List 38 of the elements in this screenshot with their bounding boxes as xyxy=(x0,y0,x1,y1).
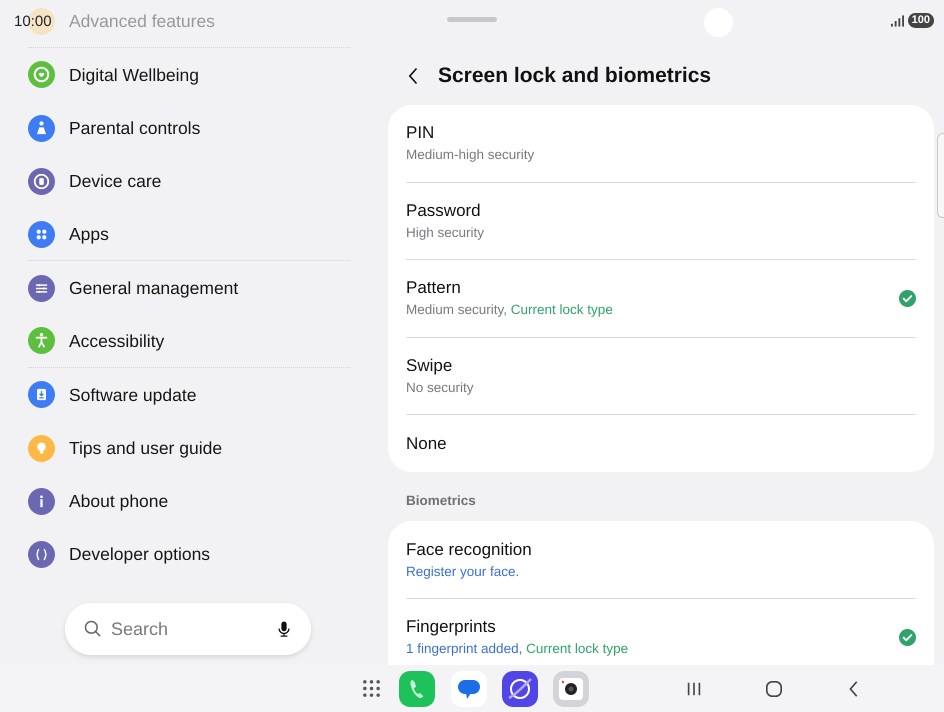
search-icon xyxy=(83,619,103,640)
sidebar-item[interactable]: Software update xyxy=(69,382,196,408)
sidebar-item[interactable]: Apps xyxy=(69,221,109,248)
sidebar-item[interactable]: Accessibility xyxy=(69,328,164,354)
status-time: 10:00 xyxy=(14,12,52,32)
drag-handle xyxy=(447,17,497,22)
option-title[interactable]: Fingerprints xyxy=(406,616,899,638)
option-title[interactable]: Password xyxy=(406,200,916,222)
battery-level: 100 xyxy=(908,13,934,28)
option-subtitle: Register your face. xyxy=(406,562,520,580)
option-subtitle: No security xyxy=(406,378,475,397)
sidebar-item[interactable]: About phone xyxy=(69,488,168,514)
recents-icon[interactable] xyxy=(685,680,703,698)
option-subtitle: High security xyxy=(406,224,486,242)
option-subtitle: 1 fingerprint added, Current lock type xyxy=(406,640,630,658)
option-subtitle: Medium security, Current lock type xyxy=(406,301,614,320)
sidebar-item[interactable]: Developer options xyxy=(69,541,210,568)
search-bar[interactable]: Search xyxy=(65,603,311,656)
signal-icon xyxy=(890,14,904,26)
sidebar-item[interactable]: General management xyxy=(69,275,238,302)
sidebar-item[interactable]: Tips and user guide xyxy=(69,434,222,462)
home-icon[interactable] xyxy=(765,680,783,698)
app-drawer-icon[interactable] xyxy=(362,679,381,698)
option-subtitle: Medium-high security xyxy=(406,146,536,164)
sidebar-item[interactable]: Digital Wellbeing xyxy=(69,62,200,88)
camera-app-icon[interactable] xyxy=(553,670,589,706)
search-field[interactable]: Search xyxy=(111,616,267,643)
messages-app-icon[interactable] xyxy=(451,670,487,706)
option-title[interactable]: Swipe xyxy=(406,354,916,377)
option-title[interactable]: PIN xyxy=(406,122,916,144)
option-title[interactable]: Face recognition xyxy=(406,538,916,560)
page-title: Screen lock and biometrics xyxy=(438,63,712,90)
sidebar-item[interactable]: Parental controls xyxy=(69,115,200,142)
option-title[interactable]: Pattern xyxy=(406,277,899,300)
sidebar-item[interactable]: Device care xyxy=(69,168,162,195)
section-label: Biometrics xyxy=(405,492,477,510)
browser-app-icon[interactable] xyxy=(502,670,538,706)
option-title[interactable]: None xyxy=(406,432,916,454)
